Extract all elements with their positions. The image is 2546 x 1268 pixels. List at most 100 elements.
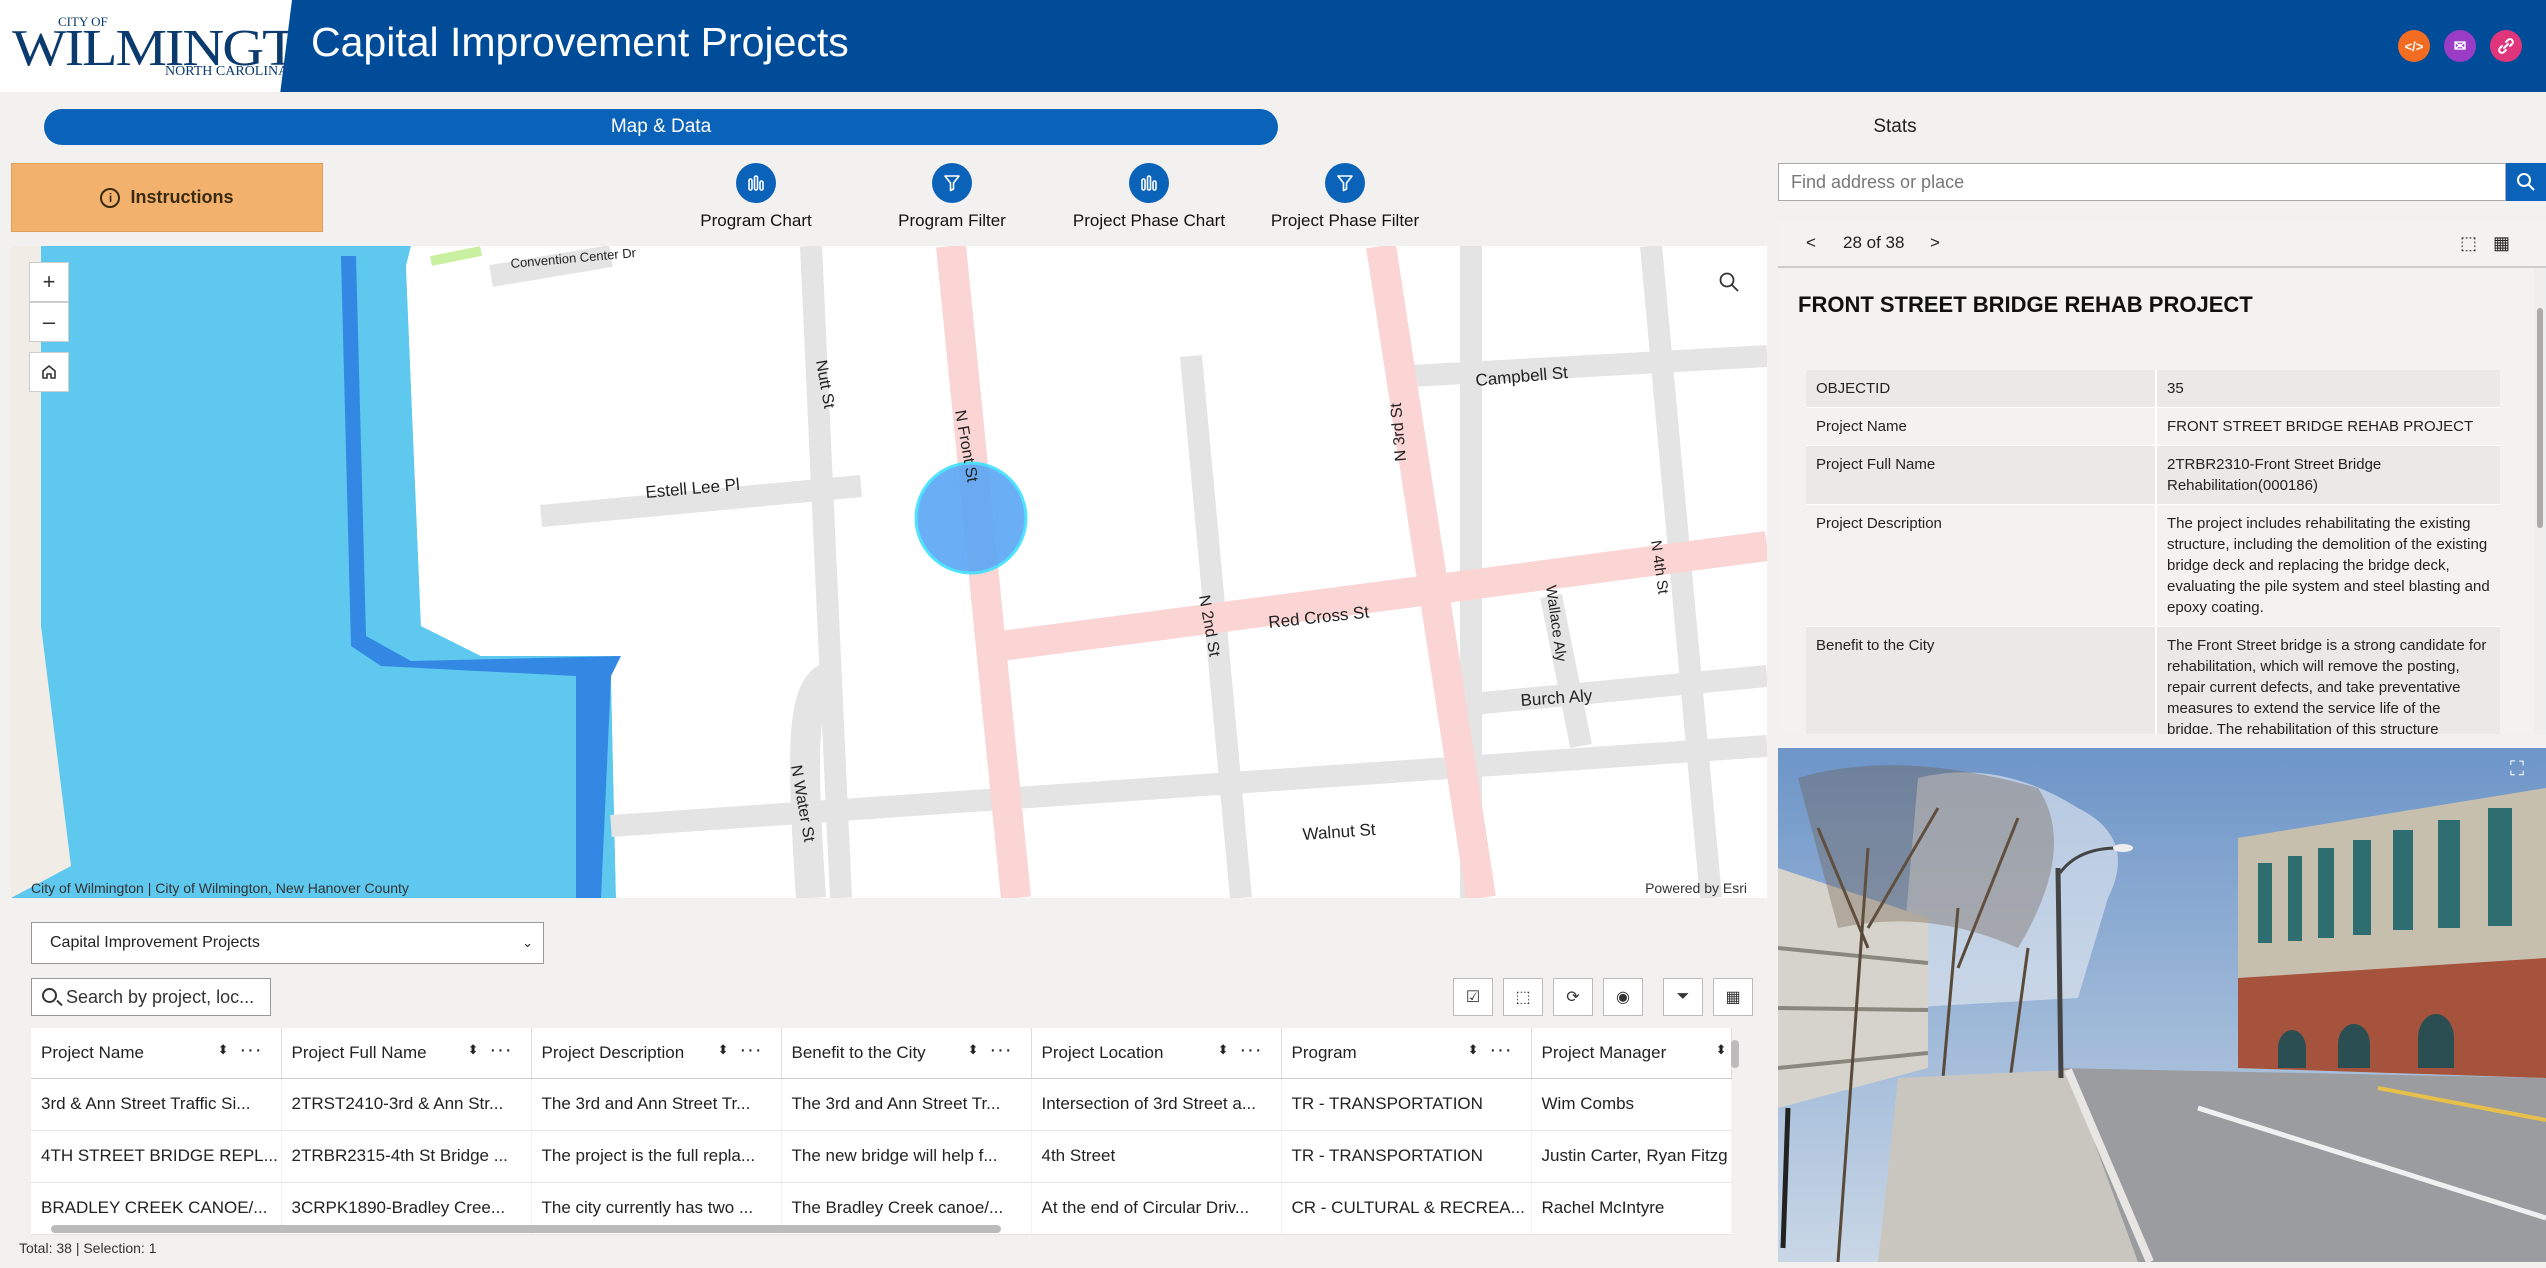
column-header[interactable]: Project Location ⬍ ··· <box>1031 1028 1282 1079</box>
table-cell: The 3rd and Ann Street Tr... <box>531 1078 782 1131</box>
field-key: Project Description <box>1806 504 2157 627</box>
program-filter-label: Program Filter <box>898 211 1006 230</box>
field-key: Project Full Name <box>1806 445 2157 505</box>
attribute-table: Project Name ⬍ ··· Project Full Name ⬍ ··· P… <box>31 1028 1732 1235</box>
columns-button[interactable]: ▦ <box>1713 978 1753 1016</box>
tab-stats[interactable]: Stats <box>1770 109 2020 145</box>
more-options-icon[interactable]: ··· <box>240 1039 263 1062</box>
address-search-input[interactable]: Find address or place <box>1778 163 2506 201</box>
column-header[interactable]: Benefit to the City ⬍ ··· <box>781 1028 1032 1079</box>
map-attribution[interactable]: City of Wilmington | City of Wilmington,… <box>31 880 409 896</box>
previous-feature-button[interactable]: < <box>1806 233 1816 253</box>
table-cell: 3rd & Ann Street Traffic Si... <box>31 1078 282 1131</box>
column-header[interactable]: Project Name ⬍ ··· <box>31 1028 282 1079</box>
zoom-in-button[interactable]: + <box>29 262 69 302</box>
filter-icon: ⏷ <box>1676 988 1690 1005</box>
map-view[interactable]: Convention Center Dr Nutt St N Front St … <box>11 246 1767 898</box>
field-row: Project Description The project includes … <box>1806 504 2500 627</box>
field-value: The Front Street bridge is a strong cand… <box>2156 626 2500 734</box>
table-cell: 4th Street <box>1031 1130 1282 1183</box>
sort-icon[interactable]: ⬍ <box>1218 1042 1229 1058</box>
map-search-button[interactable] <box>1709 262 1749 302</box>
more-options-icon[interactable]: ··· <box>740 1039 763 1062</box>
program-chart-button[interactable]: Program Chart <box>656 163 856 233</box>
tab-map-data[interactable]: Map & Data <box>44 109 1278 145</box>
eye-icon: ◉ <box>1616 989 1630 1006</box>
column-title: Program <box>1291 1042 1357 1062</box>
expand-image-icon[interactable]: ⛶ <box>2510 758 2538 786</box>
table-header-row: Project Name ⬍ ··· Project Full Name ⬍ ··· P… <box>31 1028 1732 1079</box>
more-options-icon[interactable]: ··· <box>490 1039 513 1062</box>
more-options-icon[interactable]: ··· <box>990 1039 1013 1062</box>
sort-icon[interactable]: ⬍ <box>1716 1042 1727 1058</box>
clear-selection-icon: ⬚ <box>1515 989 1531 1006</box>
column-title: Project Full Name <box>291 1042 427 1062</box>
table-cell: The project is the full repla... <box>531 1130 782 1183</box>
table-cell: 2TRBR2315-4th St Bridge ... <box>281 1130 532 1183</box>
city-logo[interactable]: CITY OF WILMINGTON NORTH CAROLINA <box>0 0 292 92</box>
program-filter-button[interactable]: Program Filter <box>852 163 1052 233</box>
share-link-button[interactable] <box>2490 30 2522 62</box>
zoom-out-button[interactable]: – <box>29 302 69 342</box>
popup-fields-table: OBJECTID 35 Project Name FRONT STREET BRID… <box>1806 370 2500 734</box>
attribute-table-panel: Capital Improvement Projects ⌄ Search by… <box>11 910 1767 1268</box>
popup-scrollbar[interactable] <box>2534 268 2546 734</box>
map-canvas[interactable]: Convention Center Dr Nutt St N Front St … <box>11 246 1767 898</box>
view-tabs: Map & Data Stats <box>0 92 2546 158</box>
sort-icon[interactable]: ⬍ <box>218 1042 229 1058</box>
column-header[interactable]: Project Full Name ⬍ ··· <box>281 1028 532 1079</box>
table-search-input[interactable]: Search by project, loc... <box>31 978 271 1016</box>
column-header[interactable]: Project Manager ⬍ <box>1531 1028 1732 1079</box>
next-feature-button[interactable]: > <box>1930 233 1940 253</box>
table-cell: The 3rd and Ann Street Tr... <box>781 1078 1032 1131</box>
table-row[interactable]: 4TH STREET BRIDGE REPL... 2TRBR2315-4th S… <box>31 1130 1732 1183</box>
powered-by-esri[interactable]: Powered by Esri <box>1645 880 1747 896</box>
grid-icon[interactable]: ▦ <box>2493 233 2510 254</box>
layer-select-value: Capital Improvement Projects <box>50 934 260 951</box>
embed-code-icon: </> <box>2404 38 2424 54</box>
embed-code-button[interactable]: </> <box>2398 30 2430 62</box>
table-cell: The new bridge will help f... <box>781 1130 1032 1183</box>
sort-icon[interactable]: ⬍ <box>468 1042 479 1058</box>
info-icon: i <box>100 187 121 208</box>
chevron-down-icon: ⌄ <box>522 935 533 950</box>
table-horizontal-scrollbar[interactable] <box>51 1225 1001 1233</box>
sort-icon[interactable]: ⬍ <box>718 1042 729 1058</box>
column-title: Benefit to the City <box>791 1042 926 1062</box>
table-vertical-scrollbar[interactable] <box>1731 1040 1739 1068</box>
sort-icon[interactable]: ⬍ <box>1468 1042 1479 1058</box>
show-selection-button[interactable]: ◉ <box>1603 978 1643 1016</box>
project-photo: ⛶ <box>1778 748 2546 1262</box>
popup-title: FRONT STREET BRIDGE REHAB PROJECT <box>1798 292 2253 317</box>
email-button[interactable]: ✉ <box>2444 30 2476 62</box>
more-options-icon[interactable]: ··· <box>1240 1039 1263 1062</box>
table-cell: Wim Combs <box>1531 1078 1732 1131</box>
phase-filter-button[interactable]: Project Phase Filter <box>1245 163 1445 233</box>
clear-selection-button[interactable]: ⬚ <box>1503 978 1543 1016</box>
app-title: Capital Improvement Projects <box>311 19 849 65</box>
address-search-button[interactable] <box>2506 163 2546 201</box>
sort-icon[interactable]: ⬍ <box>968 1042 979 1058</box>
filter-button[interactable]: ⏷ <box>1663 978 1703 1016</box>
table-search-placeholder: Search by project, loc... <box>66 986 255 1007</box>
more-options-icon[interactable]: ··· <box>1490 1039 1513 1062</box>
program-chart-label: Program Chart <box>700 211 812 230</box>
table-cell: Intersection of 3rd Street a... <box>1031 1078 1282 1131</box>
phase-chart-button[interactable]: Project Phase Chart <box>1049 163 1249 233</box>
field-row: Project Name FRONT STREET BRIDGE REHAB PR… <box>1806 407 2500 446</box>
column-header[interactable]: Project Description ⬍ ··· <box>531 1028 782 1079</box>
refresh-button[interactable]: ⟳ <box>1553 978 1593 1016</box>
home-icon <box>42 365 56 379</box>
column-header[interactable]: Program ⬍ ··· <box>1281 1028 1532 1079</box>
select-all-button[interactable]: ☑ <box>1453 978 1493 1016</box>
table-cell: TR - TRANSPORTATION <box>1281 1078 1532 1131</box>
table-row[interactable]: 3rd & Ann Street Traffic Si... 2TRST2410-… <box>31 1078 1732 1131</box>
search-icon <box>42 988 57 1003</box>
logo-state-text: NORTH CAROLINA <box>165 64 289 79</box>
home-button[interactable] <box>29 352 69 392</box>
instructions-button[interactable]: i Instructions <box>11 163 323 232</box>
clear-selection-icon[interactable]: ⬚ <box>2460 233 2477 254</box>
address-search-placeholder: Find address or place <box>1791 171 1965 192</box>
filter-icon <box>932 163 972 203</box>
layer-select[interactable]: Capital Improvement Projects ⌄ <box>31 922 544 964</box>
